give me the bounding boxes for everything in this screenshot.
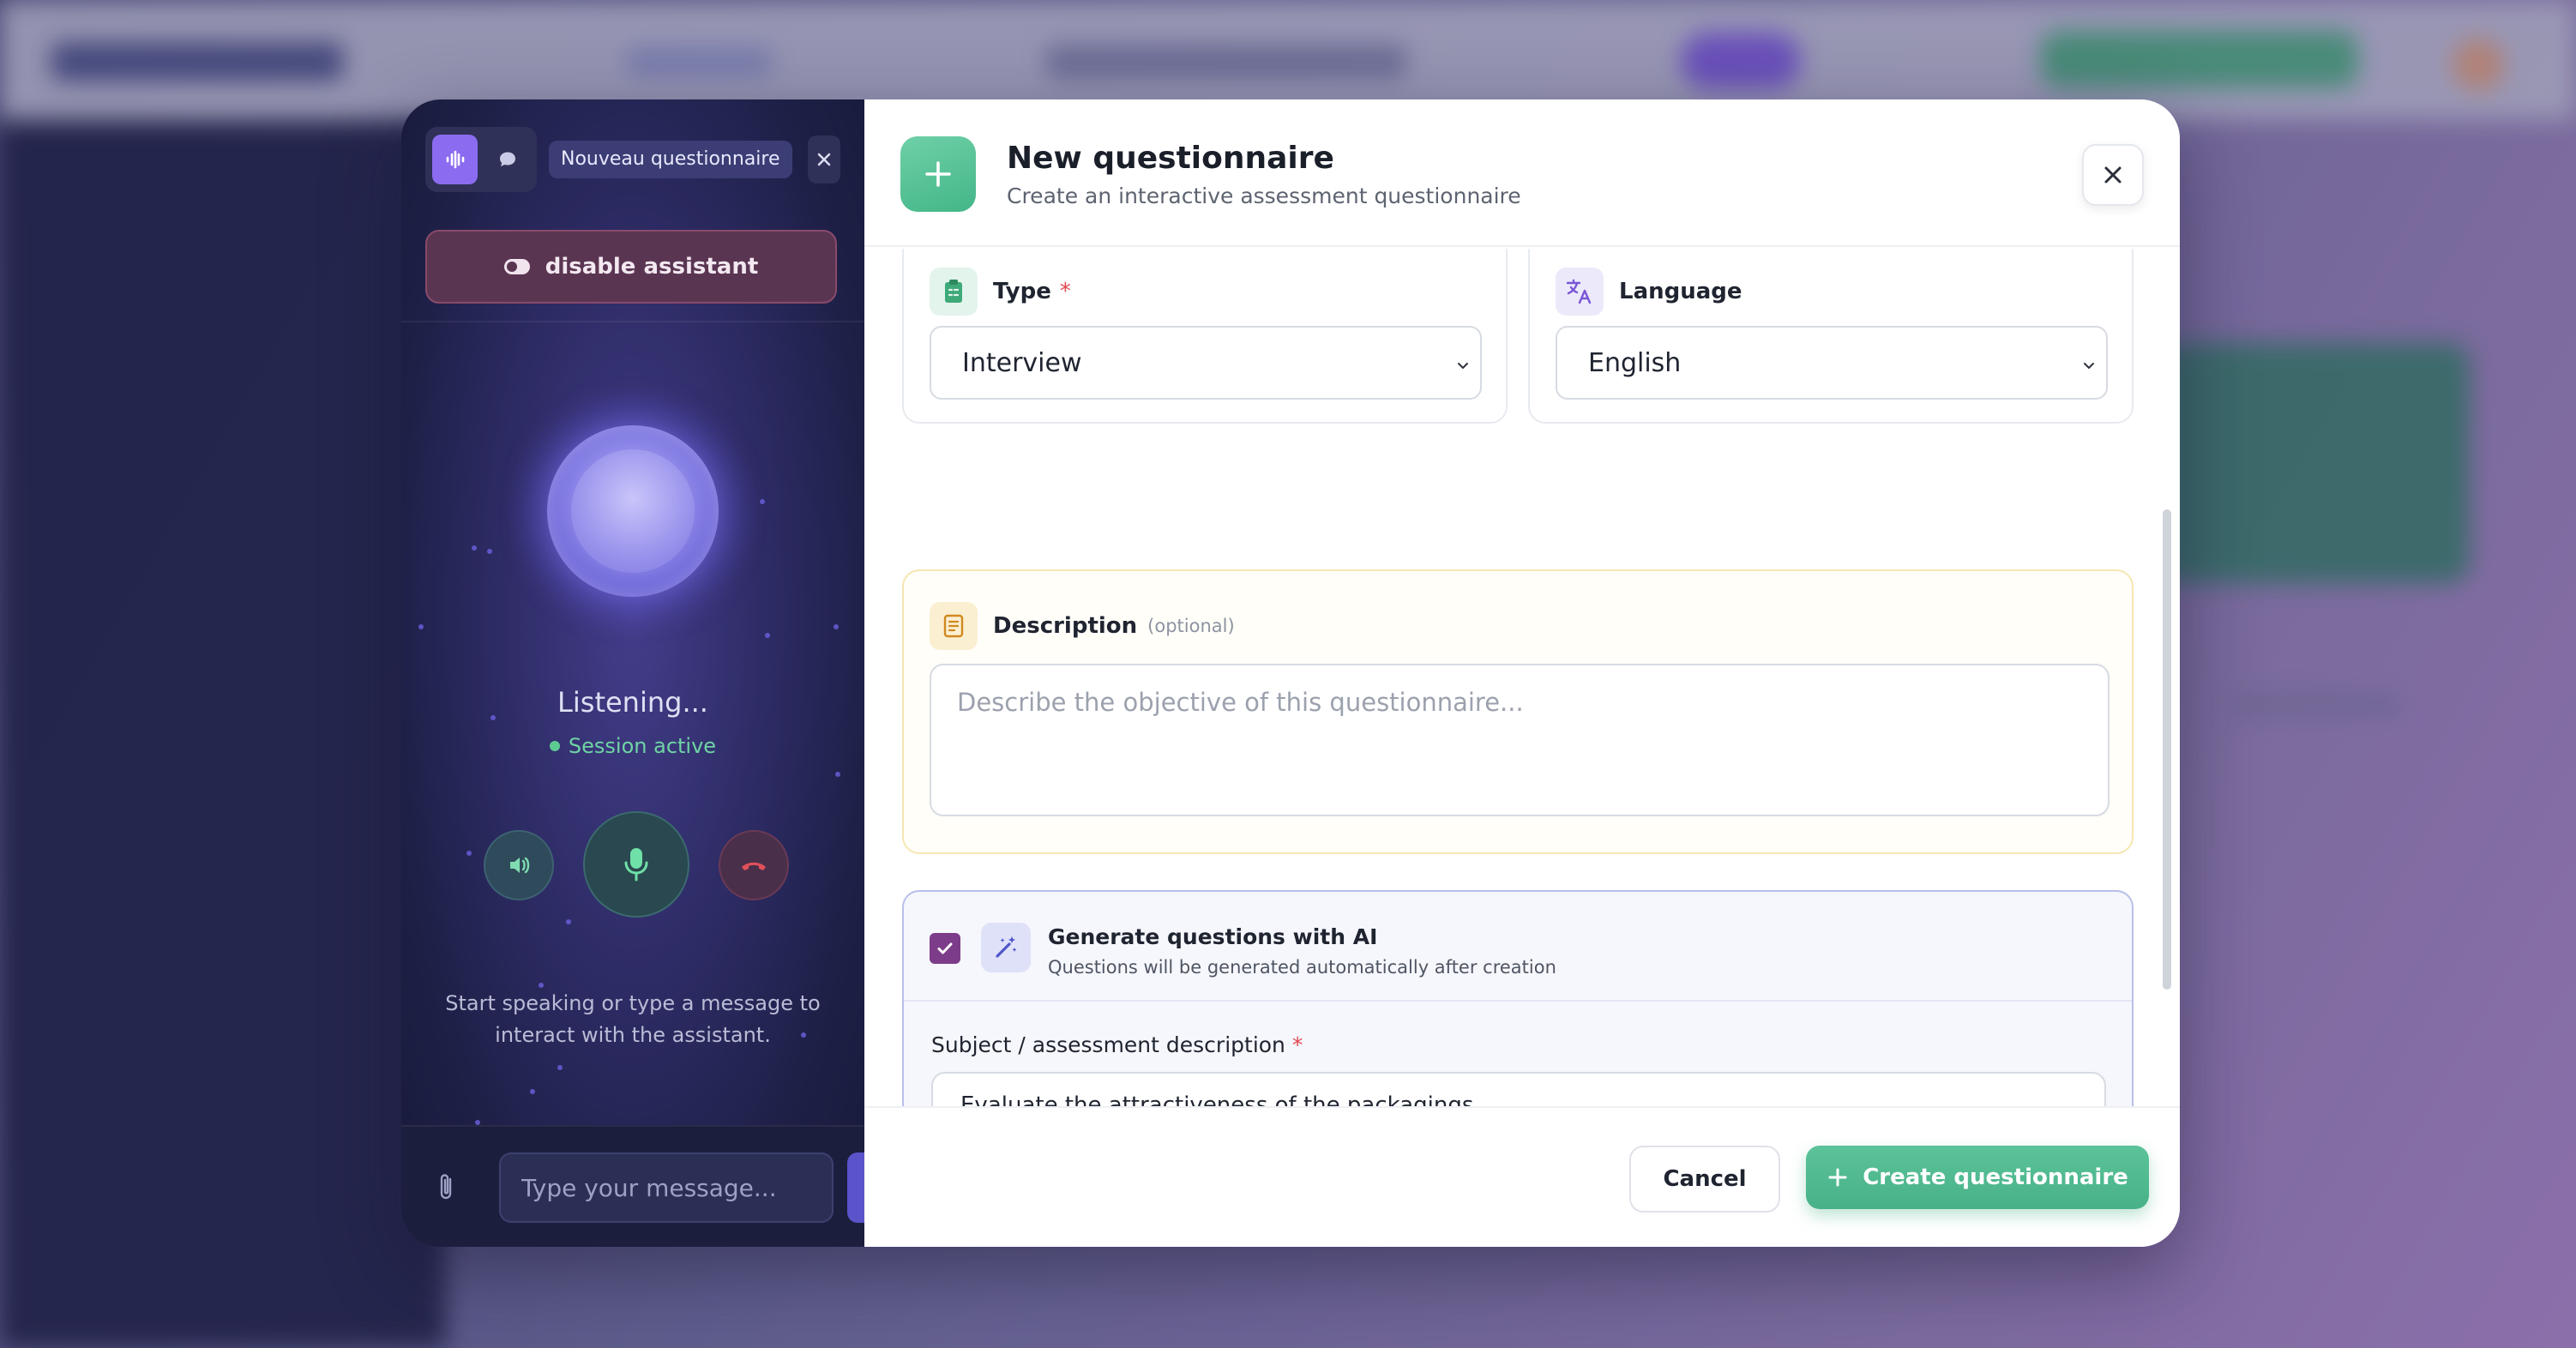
- voice-assistant-panel: Nouveau questionnaire disable assistant …: [401, 99, 882, 1247]
- close-icon: [817, 153, 831, 166]
- session-title-badge: Nouveau questionnaire: [549, 141, 792, 178]
- sparkle-dot: [487, 549, 492, 554]
- speaker-button[interactable]: [484, 830, 554, 900]
- assistant-composer: [401, 1125, 882, 1247]
- modal-subtitle: Create an interactive assessment questio…: [1007, 184, 1521, 208]
- cancel-button[interactable]: Cancel: [1629, 1146, 1780, 1213]
- required-mark: *: [1059, 279, 1071, 304]
- modal-body: Type * Interview Language English Descri…: [864, 249, 2180, 1106]
- hang-up-button[interactable]: [719, 830, 789, 900]
- create-questionnaire-button[interactable]: Create questionnaire: [1806, 1146, 2149, 1209]
- waveform-icon: [446, 150, 464, 169]
- sparkle-dot: [835, 772, 840, 777]
- type-label: Type *: [930, 268, 1071, 316]
- session-status-label: Session active: [568, 734, 717, 758]
- language-field-card: Language English: [1528, 249, 2134, 424]
- plus-icon: [900, 136, 976, 212]
- scrollbar[interactable]: [2163, 509, 2171, 990]
- ai-generation-card: Generate questions with AI Questions wil…: [902, 890, 2134, 1106]
- call-controls: [484, 811, 792, 918]
- microphone-icon: [624, 848, 648, 882]
- sparkle-dot: [530, 1089, 535, 1094]
- sparkle-dot: [418, 624, 424, 629]
- modal-title: New questionnaire: [1007, 141, 1334, 176]
- ai-generation-subtitle: Questions will be generated automaticall…: [1048, 957, 1556, 978]
- disable-assistant-button[interactable]: disable assistant: [425, 230, 837, 304]
- chevron-down-icon: [1458, 363, 1468, 370]
- assistant-status: Listening...: [557, 686, 708, 719]
- language-select[interactable]: English: [1556, 326, 2108, 400]
- description-label: Description (optional): [930, 602, 1235, 650]
- modal-header: New questionnaire Create an interactive …: [864, 99, 2180, 247]
- description-textarea[interactable]: Describe the objective of this questionn…: [930, 664, 2110, 816]
- divider: [401, 321, 864, 322]
- type-select-value: Interview: [962, 347, 1082, 378]
- modal-footer: Cancel Create questionnaire: [864, 1106, 2180, 1247]
- assistant-mode-toggle: [425, 127, 537, 192]
- attach-button[interactable]: [434, 1170, 460, 1204]
- plus-icon: [1828, 1168, 1847, 1187]
- language-label: Language: [1556, 268, 1742, 316]
- orb-core: [571, 449, 695, 573]
- assistant-voice-orb: [547, 425, 719, 597]
- sparkle-dot: [472, 545, 477, 551]
- optional-hint: (optional): [1147, 616, 1235, 636]
- subject-input[interactable]: Evaluate the attractiveness of the packa…: [931, 1072, 2106, 1106]
- sparkle-dot: [557, 1065, 563, 1070]
- description-field-card: Description (optional) Describe the obje…: [902, 569, 2134, 854]
- generate-ai-checkbox[interactable]: [930, 933, 960, 964]
- subject-label: Subject / assessment description *: [931, 1032, 1303, 1057]
- type-field-card: Type * Interview: [902, 249, 1508, 424]
- sparkle-dot: [765, 633, 770, 638]
- create-questionnaire-label: Create questionnaire: [1863, 1164, 2128, 1190]
- assistant-hint: Start speaking or type a message to inte…: [445, 991, 821, 1047]
- document-icon: [930, 602, 978, 650]
- disable-assistant-label: disable assistant: [545, 254, 759, 280]
- sparkle-dot: [834, 624, 839, 629]
- ai-generation-header: Generate questions with AI Questions wil…: [904, 892, 2132, 1002]
- sparkle-dot: [466, 851, 472, 856]
- session-status: Session active: [401, 734, 864, 758]
- message-input[interactable]: [499, 1152, 834, 1223]
- description-label-text: Description: [993, 613, 1138, 639]
- paperclip-icon: [440, 1174, 452, 1200]
- toggle-icon: [503, 259, 530, 274]
- translate-icon: [1556, 268, 1604, 316]
- sparkle-dot: [566, 919, 571, 924]
- magic-wand-icon: [981, 923, 1031, 972]
- assistant-header: Nouveau questionnaire: [425, 127, 840, 192]
- assistant-close-button[interactable]: [807, 135, 840, 184]
- subject-label-text: Subject / assessment description: [931, 1032, 1285, 1057]
- clipboard-icon: [930, 268, 978, 316]
- new-questionnaire-modal: Nouveau questionnaire disable assistant …: [401, 99, 2180, 1247]
- status-dot-icon: [549, 741, 560, 751]
- voice-mode-button[interactable]: [432, 135, 478, 184]
- close-icon: [2104, 166, 2122, 184]
- type-select[interactable]: Interview: [930, 326, 1482, 400]
- speaker-icon: [510, 857, 530, 874]
- questionnaire-form: New questionnaire Create an interactive …: [864, 99, 2180, 1247]
- chat-bubble-icon: [499, 152, 515, 166]
- language-label-text: Language: [1619, 279, 1742, 304]
- language-select-value: English: [1588, 347, 1682, 378]
- ai-generation-title: Generate questions with AI: [1048, 924, 1378, 949]
- hang-up-icon: [742, 862, 766, 870]
- checkmark-icon: [937, 942, 953, 954]
- type-label-text: Type: [993, 279, 1051, 304]
- modal-close-button[interactable]: [2082, 144, 2144, 206]
- required-mark: *: [1291, 1032, 1303, 1057]
- chevron-down-icon: [2084, 363, 2094, 370]
- microphone-button[interactable]: [583, 811, 689, 918]
- chat-mode-button[interactable]: [485, 135, 530, 184]
